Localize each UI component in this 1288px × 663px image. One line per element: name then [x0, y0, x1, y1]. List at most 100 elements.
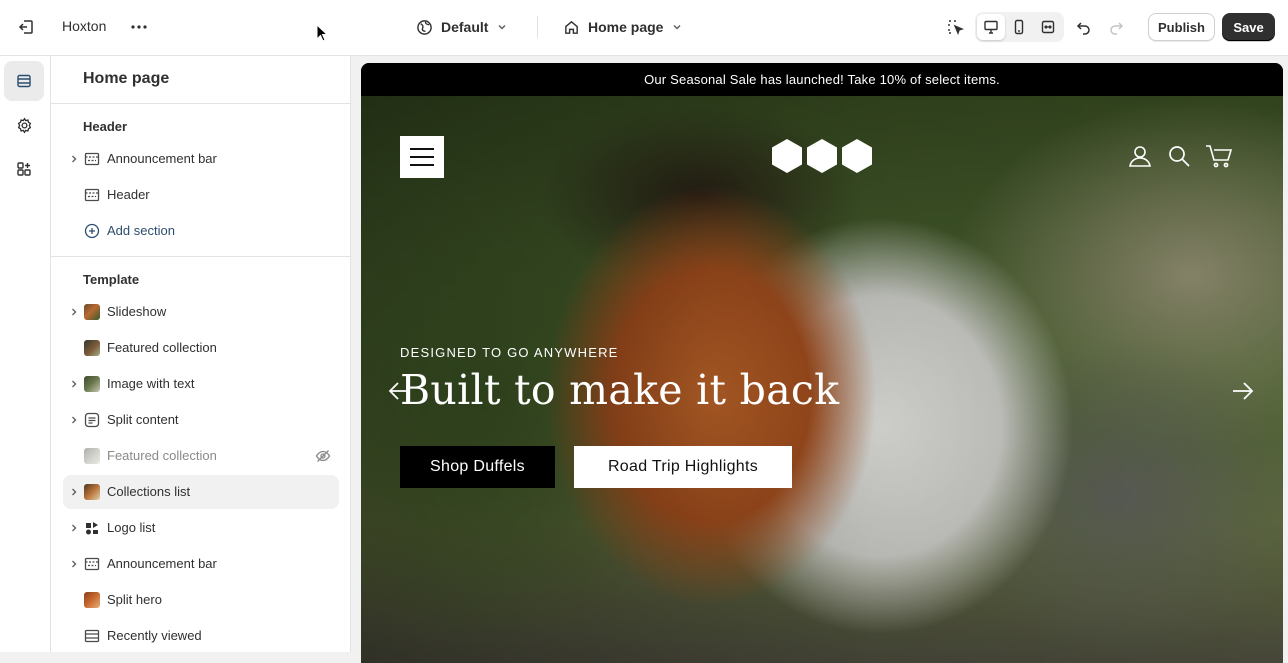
- slideshow-thumbnail: [84, 304, 100, 320]
- chevron-down-icon: [498, 24, 506, 30]
- section-row-label: Slideshow: [107, 304, 167, 319]
- next-slide-icon[interactable]: [1231, 379, 1255, 403]
- hamburger-line: [410, 148, 434, 150]
- slideshow-hero[interactable]: DESIGNED TO GO ANYWHERE Built to make it…: [361, 96, 1283, 663]
- chevron-right-icon[interactable]: [68, 378, 80, 390]
- chevron-right-icon[interactable]: [68, 153, 80, 165]
- section-row-label: Featured collection: [107, 448, 217, 463]
- section-row-label: Header: [107, 187, 150, 202]
- section-row-image-with-text[interactable]: Image with text: [63, 367, 339, 401]
- section-row-featured-collection-hidden[interactable]: Featured collection: [63, 439, 339, 473]
- section-row-featured-collection[interactable]: Featured collection: [63, 331, 339, 365]
- section-row-logo-list[interactable]: Logo list: [63, 511, 339, 545]
- section-row-recently-viewed[interactable]: Recently viewed: [63, 619, 339, 652]
- editor-rail: [0, 56, 51, 652]
- exit-icon[interactable]: [14, 16, 38, 38]
- featured-collection-thumbnail: [84, 340, 100, 356]
- section-row-header[interactable]: Header: [63, 178, 339, 212]
- home-icon: [565, 20, 578, 34]
- menu-button[interactable]: [400, 136, 444, 178]
- section-row-announcement-bar[interactable]: Announcement bar: [63, 142, 339, 176]
- redo-icon[interactable]: [1105, 16, 1127, 38]
- section-row-label: Collections list: [107, 484, 191, 499]
- chevron-right-icon[interactable]: [68, 522, 80, 534]
- account-icon[interactable]: [1127, 144, 1153, 168]
- mouse-cursor-icon: [316, 24, 328, 42]
- section-icon: [84, 152, 100, 166]
- theme-icon: [417, 19, 432, 35]
- collections-list-thumbnail: [84, 484, 100, 500]
- text-section-icon: [84, 412, 100, 428]
- viewport-switcher: [975, 12, 1064, 42]
- hamburger-line: [410, 156, 434, 158]
- hamburger-line: [410, 164, 434, 166]
- mobile-view-button[interactable]: [1005, 14, 1033, 40]
- hero-eyebrow: DESIGNED TO GO ANYWHERE: [400, 345, 619, 360]
- divider: [51, 103, 350, 104]
- page-selector[interactable]: Home page: [563, 16, 683, 38]
- rail-sections-button[interactable]: [4, 61, 44, 101]
- header-icons: [1127, 144, 1233, 168]
- section-row-label: Featured collection: [107, 340, 217, 355]
- divider: [51, 256, 350, 257]
- section-row-split-content[interactable]: Split content: [63, 403, 339, 437]
- store-logo[interactable]: [771, 138, 873, 174]
- theme-selector[interactable]: Default: [416, 16, 508, 38]
- storefront-preview[interactable]: Our Seasonal Sale has launched! Take 10%…: [361, 63, 1283, 663]
- section-row-collections-list[interactable]: Collections list: [63, 475, 339, 509]
- chevron-down-icon: [673, 24, 681, 30]
- section-icon: [84, 557, 100, 571]
- section-row-label: Logo list: [107, 520, 156, 535]
- announcement-bar[interactable]: Our Seasonal Sale has launched! Take 10%…: [361, 63, 1283, 96]
- inspector-icon[interactable]: [943, 16, 967, 38]
- image-with-text-thumbnail: [84, 376, 100, 392]
- sidebar-title: Home page: [83, 70, 170, 87]
- apps-icon: [17, 162, 31, 176]
- search-icon[interactable]: [1167, 144, 1191, 168]
- fullscreen-view-button[interactable]: [1034, 14, 1062, 40]
- section-row-label: Announcement bar: [107, 151, 217, 166]
- section-row-label: Split hero: [107, 592, 162, 607]
- editor-topbar: Hoxton Default Home page Publish Save: [0, 0, 1288, 56]
- sections-sidebar: Home page Header Announcement bar Header…: [51, 56, 351, 652]
- desktop-view-button[interactable]: [977, 14, 1005, 40]
- section-row-label: Recently viewed: [107, 628, 202, 643]
- add-section-button[interactable]: Add section: [63, 214, 339, 248]
- undo-icon[interactable]: [1073, 16, 1095, 38]
- shop-duffels-button[interactable]: Shop Duffels: [400, 446, 555, 488]
- eye-slash-icon[interactable]: [315, 448, 331, 464]
- add-section-label: Add section: [107, 223, 175, 238]
- rail-settings-button[interactable]: [4, 105, 44, 145]
- cart-icon[interactable]: [1205, 144, 1233, 168]
- chevron-right-icon[interactable]: [68, 486, 80, 498]
- hero-headline: Built to make it back: [400, 366, 840, 414]
- split-hero-thumbnail: [84, 592, 100, 608]
- section-row-announcement-bar-2[interactable]: Announcement bar: [63, 547, 339, 581]
- mobile-icon: [1014, 19, 1024, 35]
- topbar-divider: [537, 16, 538, 38]
- store-name[interactable]: Hoxton: [62, 18, 106, 34]
- section-icon: [84, 629, 100, 643]
- rail-apps-button[interactable]: [4, 149, 44, 189]
- chevron-right-icon[interactable]: [68, 306, 80, 318]
- chevron-right-icon[interactable]: [68, 414, 80, 426]
- page-label: Home page: [588, 19, 664, 35]
- plus-circle-icon: [84, 223, 100, 239]
- logo-list-icon: [86, 522, 98, 535]
- publish-button[interactable]: Publish: [1148, 13, 1215, 41]
- group-label-header: Header: [83, 119, 128, 134]
- group-label-template: Template: [83, 272, 140, 287]
- gear-icon: [17, 116, 31, 134]
- section-row-label: Image with text: [107, 376, 195, 391]
- section-row-label: Split content: [107, 412, 179, 427]
- save-button[interactable]: Save: [1222, 13, 1275, 41]
- desktop-icon: [984, 20, 998, 34]
- section-icon: [84, 188, 100, 202]
- road-trip-highlights-button[interactable]: Road Trip Highlights: [574, 446, 792, 488]
- section-row-split-hero[interactable]: Split hero: [63, 583, 339, 617]
- section-row-label: Announcement bar: [107, 556, 217, 571]
- chevron-right-icon[interactable]: [68, 558, 80, 570]
- section-row-slideshow[interactable]: Slideshow: [63, 295, 339, 329]
- more-icon[interactable]: [128, 16, 150, 38]
- sections-icon: [17, 74, 31, 88]
